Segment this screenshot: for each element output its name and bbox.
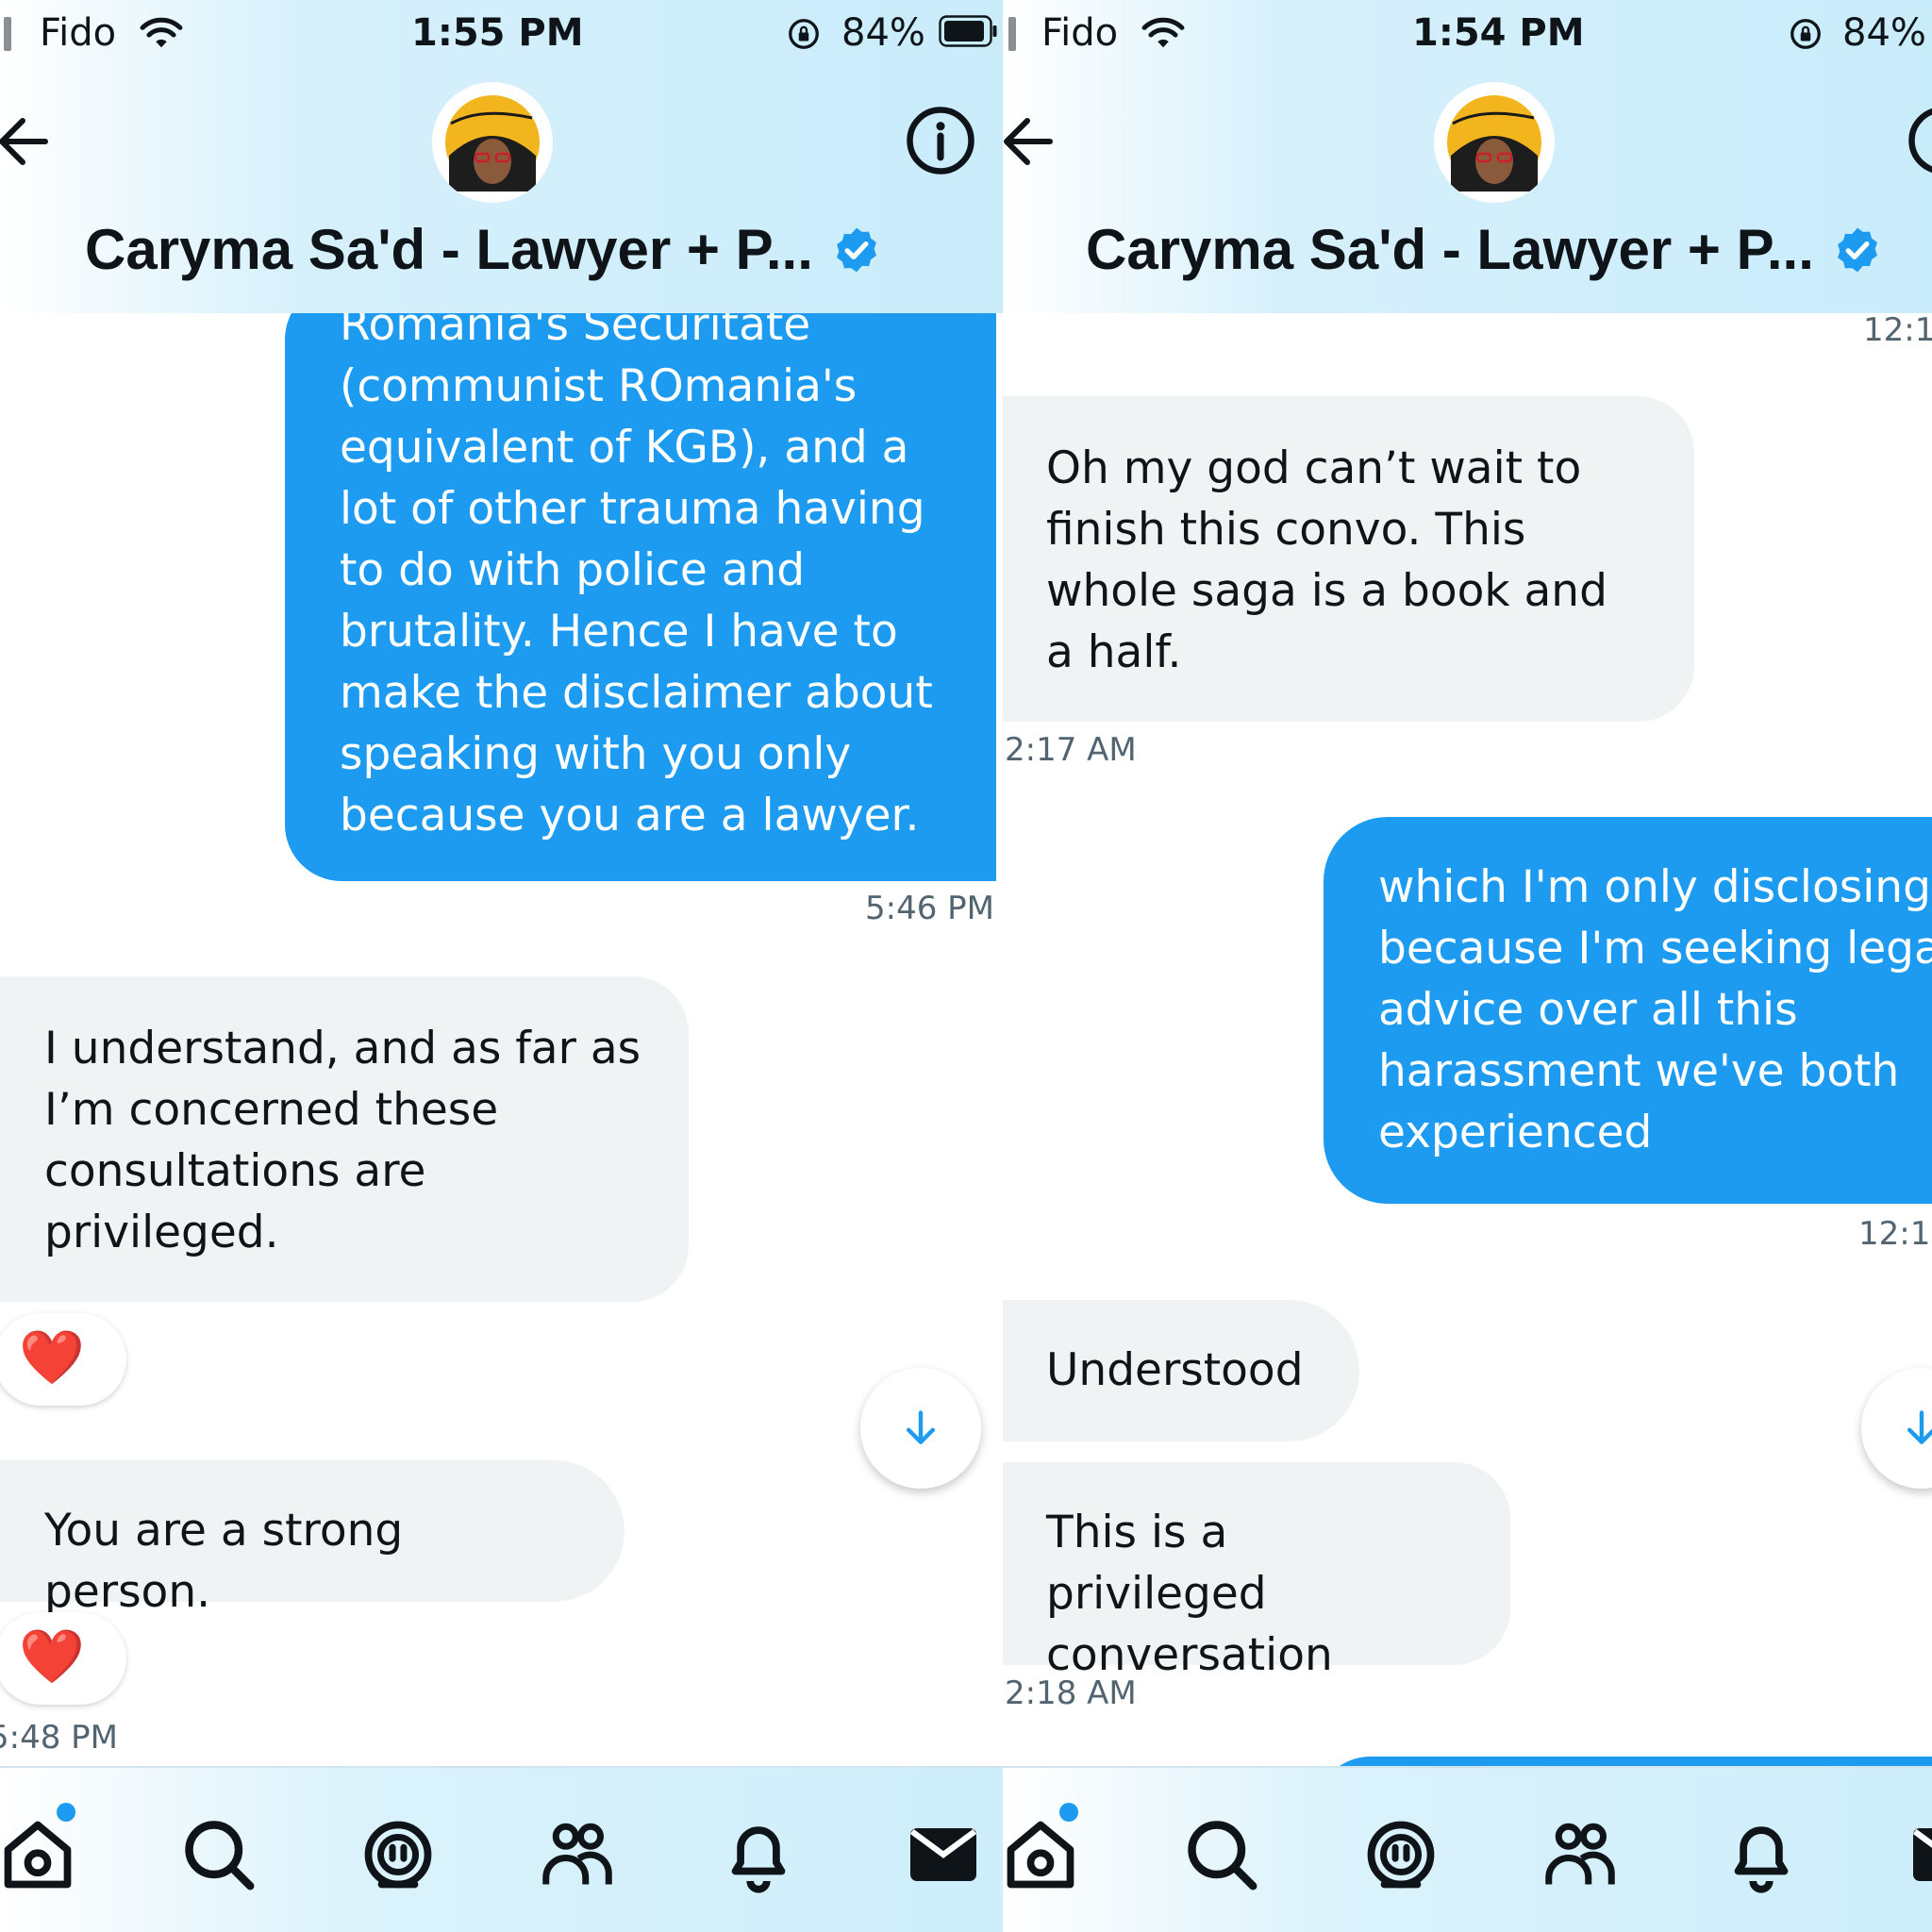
message-bubble-incoming[interactable]: I understand, and as far as I’m concerne… [0,976,689,1302]
rotation-lock-icon [1790,19,1821,49]
message-text: which I'm only disclosing because I'm se… [1378,861,1932,1158]
communities-icon[interactable] [538,1815,617,1894]
heart-reaction[interactable]: ❤️ [0,1612,126,1705]
conversation-title[interactable]: Caryma Sa'd - Lawyer + P... [85,217,882,283]
status-bar: Fido 1:55 PM 84% [0,0,1003,68]
back-arrow-icon[interactable] [1003,111,1054,172]
wifi-icon [140,17,183,48]
heart-icon: ❤️ [19,1626,85,1688]
heart-icon: ❤️ [19,1327,85,1389]
home-icon[interactable] [1003,1815,1080,1894]
grok-icon[interactable] [358,1815,438,1894]
grok-icon[interactable] [1361,1815,1441,1894]
conversation-header: Fido 1:55 PM 84% Caryma Sa'd - Lawyer + … [0,0,1003,313]
verified-badge-icon [1838,227,1877,272]
signal-strength-icon [1003,17,1024,51]
scroll-to-bottom-button[interactable] [860,1368,981,1489]
conversation-screenshot-right: 12:17 Oh my god can’t wait to finish thi… [1003,0,1932,1932]
notifications-bell-icon[interactable] [1722,1815,1801,1894]
message-timestamp: 2:17 AM [1005,731,1137,769]
battery-percentage: 84% [841,11,925,55]
arrow-down-icon [1907,1410,1932,1444]
message-timestamp: 12:18 [1858,1215,1932,1253]
communities-icon[interactable] [1541,1815,1620,1894]
message-timestamp: 12:17 [1863,311,1932,349]
search-icon[interactable] [1182,1815,1261,1894]
carrier-label: Fido [40,11,117,55]
info-icon[interactable] [1906,104,1932,177]
message-text: Romania's Securitate (communist ROmania'… [340,299,933,841]
wifi-icon [1141,17,1185,48]
back-arrow-icon[interactable] [0,111,49,172]
message-text: This is a privileged conversation [1046,1507,1333,1681]
avatar[interactable] [1434,82,1555,203]
conversation-title[interactable]: Caryma Sa'd - Lawyer + P... [1086,217,1883,283]
status-time: 1:55 PM [411,11,584,55]
messages-envelope-icon[interactable] [904,1815,983,1894]
message-text: You are a strong person. [44,1505,404,1618]
conversation-header: Fido 1:54 PM 84% Caryma Sa'd - Lawyer + … [1003,0,1932,313]
notification-dot [57,1803,75,1822]
message-text: I understand, and as far as I’m concerne… [44,1023,641,1258]
message-bubble-outgoing[interactable]: Romania's Securitate (communist ROmania'… [285,283,996,881]
verified-badge-icon [837,227,876,272]
battery-icon [939,15,997,47]
signal-strength-icon [0,17,19,51]
heart-reaction[interactable]: ❤️ [0,1313,126,1406]
message-bubble-incoming[interactable]: This is a privileged conversation [1003,1462,1510,1681]
page-title: Caryma Sa'd - Lawyer + P... [85,218,813,281]
message-text: Oh my god can’t wait to finish this conv… [1046,442,1607,678]
message-bubble-outgoing[interactable]: which I'm only disclosing because I'm se… [1324,817,1932,1204]
notification-dot [1059,1803,1078,1822]
bottom-tab-bar [0,1766,1003,1932]
status-time: 1:54 PM [1412,11,1585,55]
search-icon[interactable] [179,1815,258,1894]
message-timestamp: 5:46 PM [865,890,994,927]
messages-envelope-icon[interactable] [1907,1815,1932,1894]
page-title: Caryma Sa'd - Lawyer + P... [1086,218,1814,281]
message-text: Understood [1046,1344,1304,1396]
status-bar: Fido 1:54 PM 84% [1003,0,1932,68]
message-bubble-incoming[interactable]: You are a strong person. [0,1460,625,1618]
message-bubble-incoming[interactable]: Understood [1003,1300,1359,1441]
carrier-label: Fido [1041,11,1119,55]
info-icon[interactable] [904,104,977,177]
battery-percentage: 84% [1842,11,1926,55]
message-bubble-incoming[interactable]: Oh my god can’t wait to finish this conv… [1003,396,1694,722]
bottom-tab-bar [1003,1766,1932,1932]
avatar[interactable] [432,82,553,203]
arrow-down-icon [906,1410,936,1444]
message-timestamp: 5:48 PM [0,1719,118,1757]
conversation-screenshot-left: Romania's Securitate (communist ROmania'… [0,0,1003,1932]
scroll-to-bottom-button[interactable] [1861,1368,1932,1489]
notifications-bell-icon[interactable] [719,1815,798,1894]
home-icon[interactable] [0,1815,77,1894]
rotation-lock-icon [789,19,819,49]
message-timestamp: 2:18 AM [1005,1674,1137,1712]
